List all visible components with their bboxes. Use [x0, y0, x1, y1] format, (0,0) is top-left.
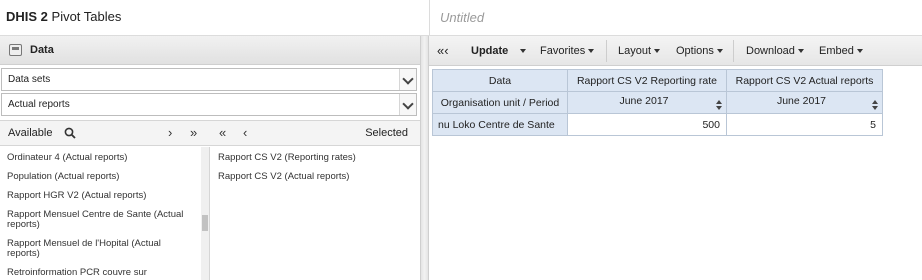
metric-value: Actual reports — [8, 99, 70, 110]
list-item[interactable]: Rapport Mensuel Centre de Sante (Actual … — [0, 207, 200, 236]
data-type-select[interactable]: Data sets — [1, 68, 417, 91]
pivot-tables-app: DHIS 2 Pivot Tables Untitled Data Data s… — [0, 0, 922, 280]
period-label: June 2017 — [776, 95, 827, 107]
column-header: Rapport CS V2 Actual reports — [726, 69, 883, 92]
main-toolbar: «‹ Update Favorites Layout Options Downl… — [429, 36, 922, 66]
sort-icon[interactable] — [716, 100, 722, 110]
table-row: Organisation unit / Period June 2017 Jun… — [432, 91, 883, 114]
list-item[interactable]: Rapport HGR V2 (Actual reports) — [0, 188, 209, 207]
table-row: nu Loko Centre de Sante 500 5 — [432, 113, 883, 136]
caret-down-icon — [588, 49, 595, 54]
list-item[interactable]: Ordinateur 4 (Actual reports) — [0, 147, 209, 169]
row-header: nu Loko Centre de Sante — [432, 113, 568, 136]
pivot-table: Data Rapport CS V2 Reporting rate Rappor… — [432, 69, 883, 136]
download-button[interactable]: Download — [746, 45, 804, 57]
caret-down-icon — [654, 49, 661, 54]
options-label: Options — [676, 45, 714, 57]
list-item[interactable]: Population (Actual reports) — [0, 169, 209, 188]
list-item[interactable]: Retroinformation PCR couvre sur — [0, 265, 209, 280]
app-name-bold: DHIS 2 — [6, 9, 48, 24]
list-item[interactable]: Rapport CS V2 (Actual reports) — [211, 169, 416, 188]
deselect-one-button[interactable]: ‹ — [243, 125, 247, 140]
caret-down-icon — [797, 49, 804, 54]
caret-down-icon — [520, 49, 527, 54]
list-item[interactable]: Rapport Mensuel de l'Hopital (Actual rep… — [0, 236, 200, 265]
favorites-button[interactable]: Favorites — [540, 45, 595, 57]
deselect-all-button[interactable]: « — [219, 125, 226, 140]
caret-down-icon — [856, 49, 863, 54]
search-icon[interactable] — [64, 127, 76, 139]
pivot-corner-dimensions: Organisation unit / Period — [432, 91, 568, 114]
toolbar-divider — [733, 40, 734, 62]
app-title: DHIS 2 Pivot Tables — [6, 9, 121, 24]
list-item[interactable]: Rapport CS V2 (Reporting rates) — [211, 147, 416, 169]
table-cell[interactable]: 500 — [567, 113, 727, 136]
period-header[interactable]: June 2017 — [726, 91, 883, 114]
column-header: Rapport CS V2 Reporting rate — [567, 69, 727, 92]
select-all-button[interactable]: » — [190, 125, 197, 140]
collapse-panel-button[interactable]: «‹ — [437, 43, 449, 58]
embed-button[interactable]: Embed — [819, 45, 863, 57]
layout-label: Layout — [618, 45, 652, 57]
layout-button[interactable]: Layout — [618, 45, 661, 57]
dual-selector-bar: Available › » « ‹ Selected — [0, 120, 420, 146]
app-header: DHIS 2 Pivot Tables Untitled — [0, 0, 922, 36]
period-label: June 2017 — [619, 95, 669, 107]
period-header[interactable]: June 2017 — [567, 91, 727, 114]
caret-down-icon — [716, 49, 723, 54]
sort-icon[interactable] — [872, 100, 878, 110]
available-label: Available — [8, 127, 53, 139]
select-one-button[interactable]: › — [168, 125, 172, 140]
favorites-label: Favorites — [540, 45, 586, 57]
chevron-down-icon[interactable] — [399, 69, 416, 90]
table-cell[interactable]: 5 — [726, 113, 883, 136]
metric-select[interactable]: Actual reports — [1, 93, 417, 116]
header-divider — [429, 0, 430, 36]
app-name-rest: Pivot Tables — [47, 9, 122, 24]
scrollbar-thumb[interactable] — [202, 215, 208, 231]
table-row: Data Rapport CS V2 Reporting rate Rappor… — [432, 69, 883, 92]
selected-label: Selected — [365, 127, 408, 139]
update-label: Update — [471, 45, 509, 57]
data-type-value: Data sets — [8, 74, 51, 85]
chevron-down-icon[interactable] — [399, 94, 416, 115]
data-section-header[interactable]: Data — [0, 36, 420, 65]
favorite-title: Untitled — [440, 10, 485, 25]
data-icon — [9, 44, 22, 56]
panel-splitter[interactable] — [420, 36, 429, 280]
selected-list: Rapport CS V2 (Reporting rates) Rapport … — [211, 147, 416, 280]
update-button[interactable]: Update — [471, 45, 527, 57]
pivot-corner-data: Data — [432, 69, 568, 92]
left-panel: Data Data sets Actual reports Available … — [0, 36, 420, 280]
toolbar-divider — [606, 40, 607, 62]
embed-label: Embed — [819, 45, 854, 57]
download-label: Download — [746, 45, 795, 57]
options-button[interactable]: Options — [676, 45, 723, 57]
available-scrollbar[interactable] — [201, 147, 209, 280]
available-list: Ordinateur 4 (Actual reports) Population… — [0, 147, 210, 280]
data-section-title: Data — [30, 44, 54, 56]
